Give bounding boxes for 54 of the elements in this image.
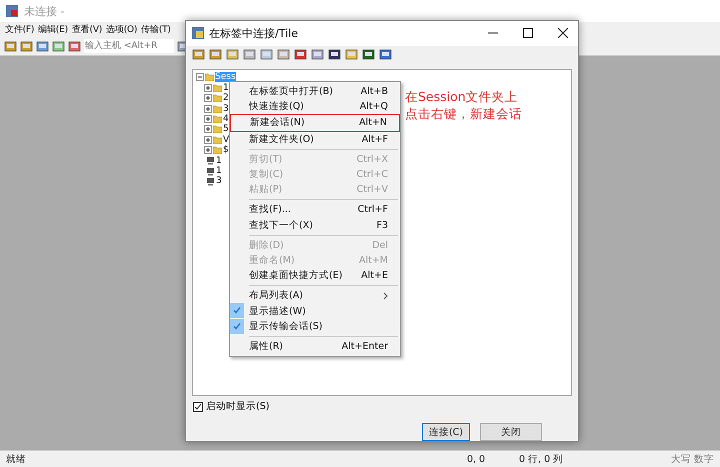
menu-item[interactable]: 快速连接(Q) Alt+Q [230, 99, 400, 114]
tree-item[interactable]: 3 [223, 104, 229, 114]
collapse-icon[interactable] [196, 73, 204, 82]
menu-item[interactable]: 显示传输会话(S) [230, 318, 400, 334]
tree-item[interactable]: 4 [223, 114, 229, 124]
computer-icon [206, 156, 215, 166]
checkbox-label: 启动时显示(S) [206, 400, 270, 413]
tree-item[interactable]: 5 [223, 124, 229, 134]
menu-item[interactable]: 新建文件夹(O) Alt+F [230, 132, 400, 147]
expand-icon[interactable] [204, 146, 212, 154]
tree-item[interactable]: 1 [216, 156, 222, 166]
dialog-button[interactable]: 连接(C) [422, 423, 470, 441]
tree-item[interactable]: 1 [223, 82, 229, 93]
maximize-icon[interactable] [523, 28, 533, 38]
menu-item[interactable]: 创建桌面快捷方式(E) Alt+E [230, 268, 400, 284]
tree-item[interactable]: 2 [223, 93, 229, 104]
expand-icon[interactable] [204, 125, 212, 134]
expand-icon[interactable] [204, 84, 212, 92]
menu-item[interactable]: 查找下一个(X) F3 [230, 218, 400, 233]
menu-item[interactable]: 传输(T) [141, 23, 171, 36]
checkbox[interactable] [193, 402, 203, 412]
chevron-icon [383, 292, 388, 300]
expand-icon[interactable] [204, 104, 212, 113]
app-icon [6, 5, 18, 17]
close-icon[interactable] [558, 28, 568, 38]
menu-item[interactable]: 显示描述(W) [230, 303, 400, 319]
expand-icon[interactable] [204, 115, 212, 124]
menu-item[interactable]: 选项(O) [106, 23, 138, 36]
menu-item[interactable]: 属性(R) Alt+Enter [230, 338, 400, 354]
computer-icon [206, 176, 215, 186]
menu-item[interactable]: 新建会话(N) Alt+N [231, 115, 399, 131]
dialog-button[interactable]: 关闭 [480, 423, 542, 441]
annotation-text: 在Session文件夹上 点击右键，新建会话 [405, 88, 522, 122]
menu-item[interactable]: 查找(F)... Ctrl+F [230, 202, 400, 218]
tree-item[interactable]: $ [223, 145, 229, 156]
tree-item[interactable]: 3 [216, 176, 222, 186]
tree-item[interactable]: 1 [216, 166, 222, 176]
tree-item[interactable]: V [223, 134, 230, 145]
window-title: 未连接 - [24, 4, 64, 18]
menu-item[interactable]: 布局列表(A) [230, 288, 400, 304]
status-message: 就绪 [5, 452, 27, 466]
cursor-text: 0 行, 0 列 [518, 452, 564, 466]
dialog-title: 在标签中连接/Tile [209, 26, 299, 41]
keys-text: 大写 数字 [670, 452, 715, 466]
position-text: 0, 0 [466, 454, 486, 464]
host-field[interactable]: 输入主机 <Alt+R [84, 39, 174, 53]
app-icon [192, 27, 204, 40]
menu-item[interactable]: 文件(F) [5, 23, 34, 36]
computer-icon [206, 166, 215, 176]
menu-item[interactable]: 编辑(E) [38, 23, 68, 36]
menu-item[interactable]: 在标签页中打开(B) Alt+B [230, 84, 400, 100]
expand-icon[interactable] [204, 136, 212, 144]
expand-icon[interactable] [204, 94, 212, 102]
menu-item[interactable]: 查看(V) [72, 23, 102, 36]
